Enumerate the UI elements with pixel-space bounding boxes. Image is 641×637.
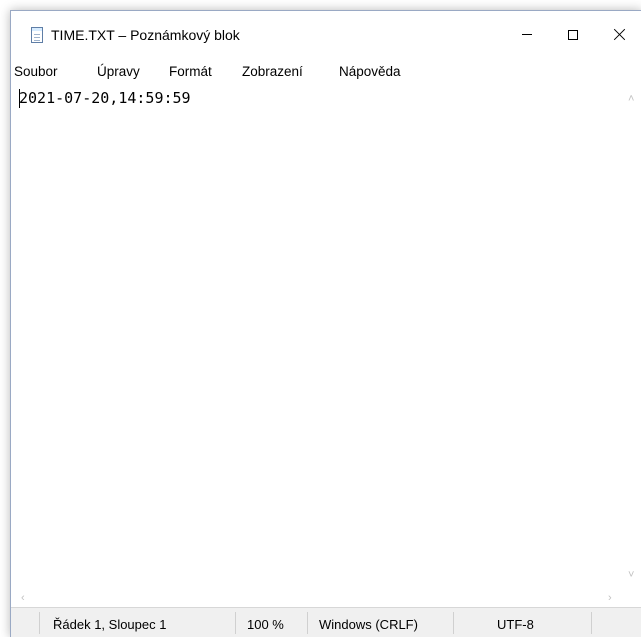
close-button[interactable] <box>596 11 641 59</box>
status-divider <box>591 612 592 634</box>
horizontal-scrollbar[interactable]: ‹ › <box>11 589 624 607</box>
menu-zobrazeni[interactable]: Zobrazení <box>242 64 303 79</box>
status-encoding: UTF-8 <box>497 617 534 632</box>
chevron-left-icon[interactable]: ‹ <box>21 593 25 604</box>
vertical-scrollbar[interactable]: ˄ ˅ <box>624 86 641 589</box>
status-line-endings: Windows (CRLF) <box>319 617 418 632</box>
chevron-down-icon[interactable]: ˅ <box>628 570 634 581</box>
text-editor-area[interactable]: 2021-07-20,14:59:59 <box>11 86 624 589</box>
status-zoom: 100 % <box>247 617 284 632</box>
menu-bar: Soubor Úpravy Formát Zobrazení Nápověda <box>11 59 641 86</box>
menu-napoveda[interactable]: Nápověda <box>339 64 401 79</box>
editor-content[interactable]: 2021-07-20,14:59:59 <box>19 89 191 107</box>
text-caret <box>19 89 20 108</box>
status-cursor-position: Řádek 1, Sloupec 1 <box>53 617 167 632</box>
maximize-button[interactable] <box>550 11 596 59</box>
status-divider <box>307 612 308 634</box>
status-divider <box>235 612 236 634</box>
title-bar[interactable]: TIME.TXT – Poznámkový blok <box>11 11 641 59</box>
menu-upravy[interactable]: Úpravy <box>97 64 140 79</box>
chevron-right-icon[interactable]: › <box>608 593 612 604</box>
status-divider <box>453 612 454 634</box>
status-bar: Řádek 1, Sloupec 1 100 % Windows (CRLF) … <box>11 607 641 637</box>
notepad-window: TIME.TXT – Poznámkový blok Soubor Úpravy… <box>10 10 641 637</box>
notepad-icon <box>31 27 43 43</box>
scrollbar-corner <box>624 589 641 607</box>
status-divider <box>39 612 40 634</box>
window-title: TIME.TXT – Poznámkový blok <box>51 27 240 43</box>
menu-soubor[interactable]: Soubor <box>14 64 58 79</box>
menu-format[interactable]: Formát <box>169 64 212 79</box>
chevron-up-icon[interactable]: ˄ <box>628 94 634 105</box>
minimize-button[interactable] <box>504 11 550 59</box>
